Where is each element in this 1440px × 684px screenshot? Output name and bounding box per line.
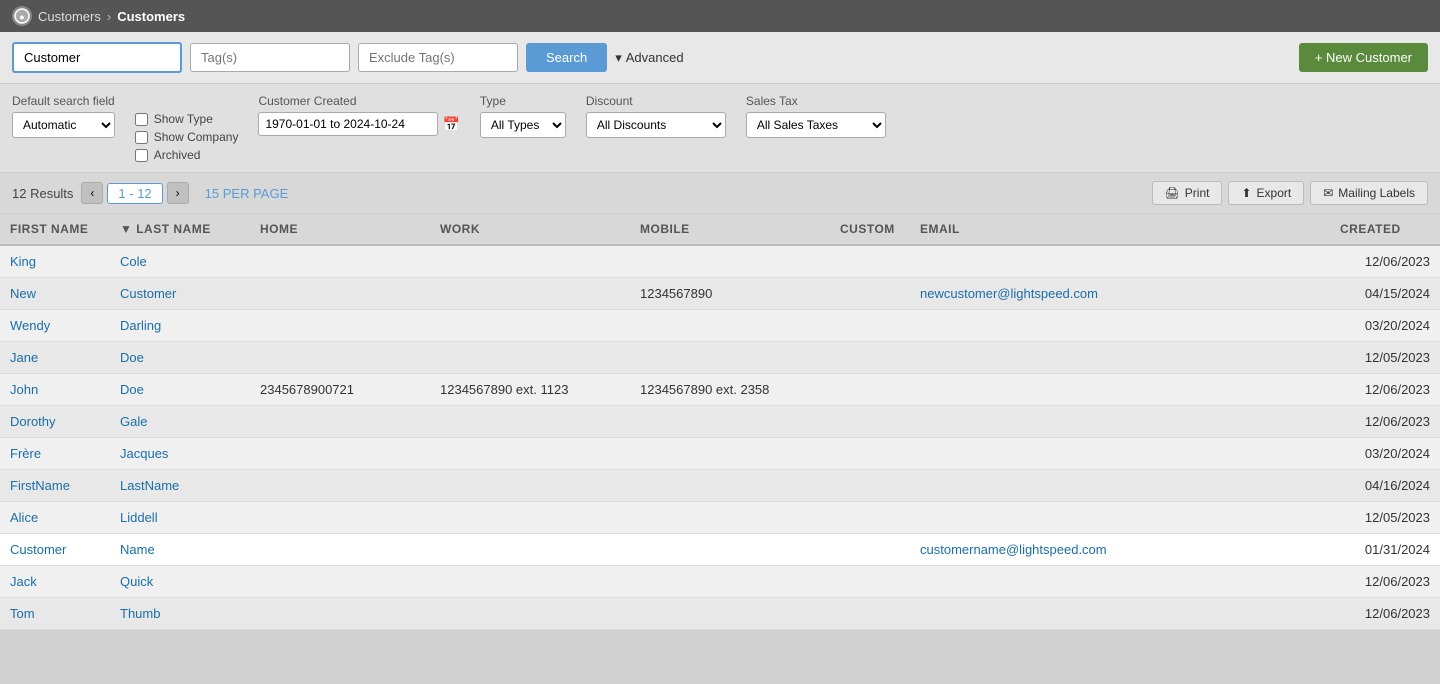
show-type-checkbox-label[interactable]: Show Type (135, 112, 239, 126)
tags-input[interactable] (190, 43, 350, 72)
mailing-labels-label: Mailing Labels (1338, 186, 1415, 200)
top-bar: ● Customers › Customers (0, 0, 1440, 32)
discount-select[interactable]: All Discounts No Discount (586, 112, 726, 138)
show-type-label: Show Type (154, 112, 213, 126)
archived-checkbox-label[interactable]: Archived (135, 148, 239, 162)
table-row[interactable]: AliceLiddell12/05/2023 (0, 502, 1440, 534)
calendar-icon[interactable]: 📅 (442, 116, 459, 133)
breadcrumb-current: Customers (117, 9, 185, 24)
mailing-labels-button[interactable]: ✉ Mailing Labels (1310, 181, 1428, 205)
sales-tax-select[interactable]: All Sales Taxes (746, 112, 886, 138)
next-page-button[interactable]: › (167, 182, 189, 204)
table-row[interactable]: JackQuick12/06/2023 (0, 566, 1440, 598)
print-label: Print (1185, 186, 1210, 200)
archived-label: Archived (154, 148, 201, 162)
show-type-checkbox[interactable] (135, 113, 148, 126)
show-company-label: Show Company (154, 130, 239, 144)
svg-text:●: ● (19, 12, 24, 22)
print-button[interactable]: 🖨 Print (1152, 181, 1223, 205)
current-page: 1 - 12 (107, 183, 162, 204)
table-row[interactable]: FrèreJacques03/20/2024 (0, 438, 1440, 470)
exclude-tags-input[interactable] (358, 43, 518, 72)
pagination: ‹ 1 - 12 › (81, 182, 188, 204)
breadcrumb-customers[interactable]: Customers (38, 9, 101, 24)
date-range-input[interactable] (258, 112, 438, 136)
col-header-created[interactable]: CREATED (1330, 214, 1440, 245)
table-row[interactable]: FirstNameLastName04/16/2024 (0, 470, 1440, 502)
results-count: 12 Results (12, 186, 73, 201)
discount-group: Discount All Discounts No Discount (586, 94, 726, 138)
search-button[interactable]: Search (526, 43, 607, 72)
col-header-firstname[interactable]: FIRST NAME (0, 214, 110, 245)
table-row[interactable]: NewCustomer1234567890newcustomer@lightsp… (0, 278, 1440, 310)
customer-search-input[interactable] (12, 42, 182, 73)
chevron-down-icon: ▾ (615, 50, 622, 66)
show-company-checkbox[interactable] (135, 131, 148, 144)
table-row[interactable]: WendyDarling03/20/2024 (0, 310, 1440, 342)
results-bar: 12 Results ‹ 1 - 12 › 15 PER PAGE 🖨 Prin… (0, 173, 1440, 214)
advanced-label: Advanced (626, 50, 684, 65)
col-header-mobile[interactable]: MOBILE (630, 214, 830, 245)
table-row[interactable]: JaneDoe12/05/2023 (0, 342, 1440, 374)
col-header-work[interactable]: WORK (430, 214, 630, 245)
prev-page-button[interactable]: ‹ (81, 182, 103, 204)
show-company-checkbox-label[interactable]: Show Company (135, 130, 239, 144)
col-header-email[interactable]: EMAIL (910, 214, 1330, 245)
mail-icon: ✉ (1323, 186, 1333, 200)
breadcrumb-separator: › (107, 9, 111, 24)
filter-bar: Default search field Automatic First Nam… (0, 84, 1440, 173)
export-icon: ⬆ (1241, 186, 1251, 200)
default-search-select[interactable]: Automatic First Name Last Name Email (12, 112, 115, 138)
type-select[interactable]: All Types Individual Company (480, 112, 566, 138)
col-header-lastname[interactable]: ▼ LAST NAME (110, 214, 250, 245)
app-icon: ● (12, 6, 32, 26)
col-header-custom[interactable]: CUSTOM (830, 214, 910, 245)
table-row[interactable]: DorothyGale12/06/2023 (0, 406, 1440, 438)
table-row[interactable]: JohnDoe23456789007211234567890 ext. 1123… (0, 374, 1440, 406)
table-row[interactable]: KingCole12/06/2023 (0, 245, 1440, 278)
customer-created-label: Customer Created (258, 94, 459, 108)
checkboxes-group: Show Type Show Company Archived (135, 94, 239, 162)
per-page-selector[interactable]: 15 PER PAGE (205, 186, 289, 201)
search-bar: Search ▾ Advanced + New Customer (0, 32, 1440, 84)
archived-checkbox[interactable] (135, 149, 148, 162)
export-button[interactable]: ⬆ Export (1228, 181, 1304, 205)
col-header-home[interactable]: HOME (250, 214, 430, 245)
print-icon: 🖨 (1165, 186, 1180, 200)
table-body: KingCole12/06/2023NewCustomer1234567890n… (0, 245, 1440, 630)
default-search-label: Default search field (12, 94, 115, 108)
new-customer-button[interactable]: + New Customer (1299, 43, 1428, 72)
customers-table: FIRST NAME ▼ LAST NAME HOME WORK MOBILE … (0, 214, 1440, 630)
type-label: Type (480, 94, 566, 108)
table-header-row: FIRST NAME ▼ LAST NAME HOME WORK MOBILE … (0, 214, 1440, 245)
discount-label: Discount (586, 94, 726, 108)
export-label: Export (1257, 186, 1292, 200)
type-group: Type All Types Individual Company (480, 94, 566, 138)
action-buttons: 🖨 Print ⬆ Export ✉ Mailing Labels (1152, 181, 1428, 205)
sales-tax-group: Sales Tax All Sales Taxes (746, 94, 886, 138)
table-row[interactable]: CustomerNamecustomername@lightspeed.com0… (0, 534, 1440, 566)
default-search-group: Default search field Automatic First Nam… (12, 94, 115, 138)
customer-created-group: Customer Created 📅 (258, 94, 459, 136)
sales-tax-label: Sales Tax (746, 94, 886, 108)
table-row[interactable]: TomThumb12/06/2023 (0, 598, 1440, 630)
advanced-button[interactable]: ▾ Advanced (615, 50, 683, 66)
